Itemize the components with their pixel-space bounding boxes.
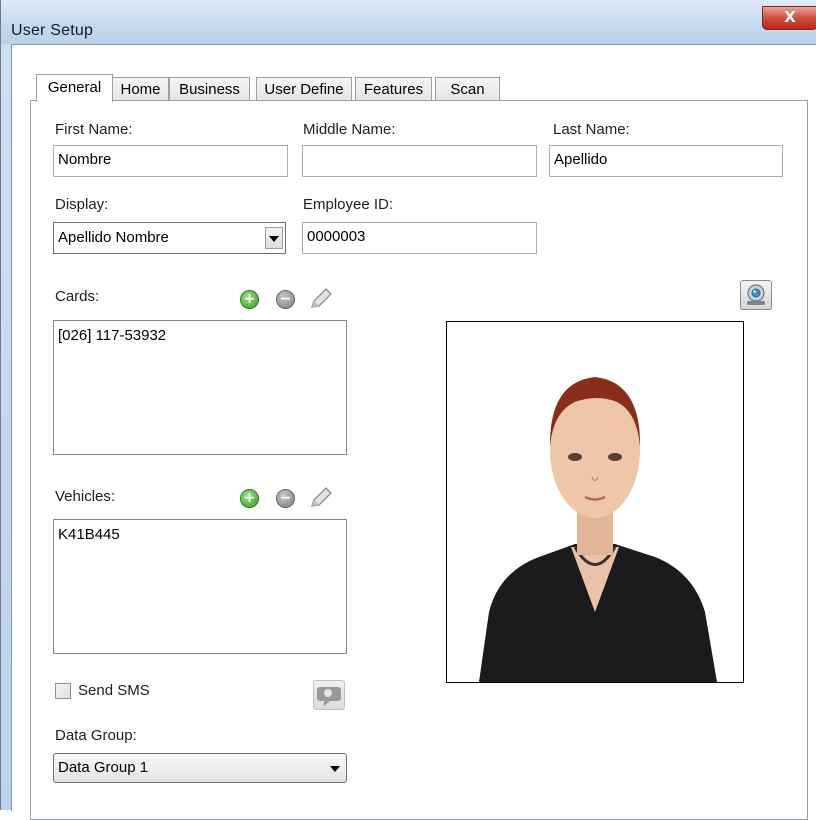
chevron-down-icon[interactable] [265,227,283,249]
edit-vehicle-pencil-icon[interactable] [308,486,334,510]
tab-scan[interactable]: Scan [435,77,500,101]
tab-user-define[interactable]: User Define [256,77,352,101]
send-sms-checkbox[interactable] [55,683,71,699]
tab-general-label: General [47,79,102,96]
tab-home[interactable]: Home [112,77,169,101]
tab-business-label: Business [179,81,240,98]
tab-general[interactable]: General [36,74,113,102]
tab-scan-label: Scan [450,81,485,98]
middle-name-label: Middle Name: [303,121,396,138]
window-title: User Setup [11,22,94,39]
edit-card-pencil-icon[interactable] [308,287,334,311]
title-bar[interactable]: User Setup X [1,0,816,44]
last-name-label: Last Name: [553,121,630,138]
list-item[interactable]: K41B445 [58,526,120,543]
close-button[interactable]: X [762,6,816,30]
cards-list[interactable]: [026] 117-53932 [53,320,347,455]
remove-card-icon[interactable]: − [276,290,295,309]
display-label: Display: [55,196,109,213]
display-dropdown[interactable]: Apellido Nombre [53,222,286,254]
tab-features-label: Features [363,81,424,98]
send-sms-label[interactable]: Send SMS [78,682,150,699]
middle-name-field[interactable] [302,145,537,177]
last-name-field[interactable]: Apellido [549,145,783,177]
tab-features[interactable]: Features [355,77,432,101]
webcam-button[interactable] [740,280,772,310]
sms-icon [317,687,341,706]
add-card-icon[interactable]: + [240,290,259,309]
close-icon: X [784,8,796,26]
data-group-label: Data Group: [55,727,137,744]
first-name-field[interactable]: Nombre [53,145,288,177]
employee-id-field[interactable]: 0000003 [302,222,537,254]
vehicles-label: Vehicles: [55,488,116,505]
first-name-label: First Name: [55,121,133,138]
sms-button[interactable] [313,680,345,710]
tab-user-define-label: User Define [264,81,344,98]
tab-home-label: Home [120,81,161,98]
tab-business[interactable]: Business [169,77,250,101]
vehicles-list[interactable]: K41B445 [53,519,347,654]
list-item[interactable]: [026] 117-53932 [58,327,166,344]
user-photo-image [447,322,743,682]
employee-id-label: Employee ID: [303,196,394,213]
data-group-dropdown-value: Data Group 1 [58,759,149,776]
data-group-dropdown[interactable]: Data Group 1 [53,753,347,783]
webcam-icon [747,284,765,305]
cards-label: Cards: [55,288,100,305]
add-vehicle-icon[interactable]: + [240,489,259,508]
remove-vehicle-icon[interactable]: − [276,489,295,508]
user-photo[interactable] [446,321,744,683]
display-dropdown-value: Apellido Nombre [58,229,169,246]
chevron-down-icon[interactable] [330,766,340,772]
